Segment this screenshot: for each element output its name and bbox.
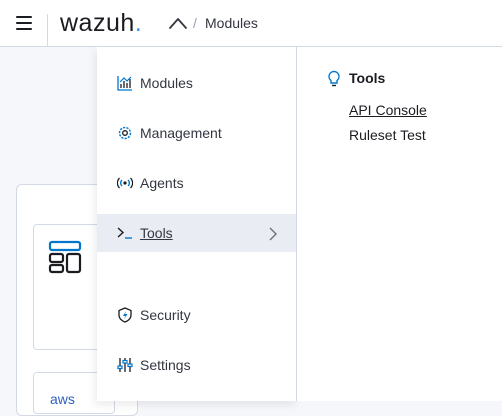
chart-icon: [117, 76, 132, 91]
menu-item-settings[interactable]: Settings: [97, 346, 296, 384]
menu-item-label: Settings: [140, 357, 191, 373]
menu-item-agents[interactable]: Agents: [97, 164, 296, 202]
breadcrumb-modules[interactable]: Modules: [205, 15, 258, 31]
menu-item-modules[interactable]: Modules: [97, 64, 296, 102]
logo-dot: .: [134, 9, 143, 37]
chevron-right-icon: [269, 227, 277, 241]
chevron-up-icon[interactable]: [168, 16, 188, 30]
menu-item-label: Management: [140, 125, 222, 141]
menu-item-management[interactable]: Management: [97, 114, 296, 152]
antenna-icon: [117, 177, 133, 189]
wazuh-logo[interactable]: wazuh.: [60, 7, 142, 39]
breadcrumb-separator: /: [193, 15, 197, 31]
menu-item-tools[interactable]: Tools: [97, 214, 296, 252]
logo-text: wazuh: [60, 9, 135, 37]
menu-item-label: Security: [140, 307, 191, 323]
menu-item-label: Modules: [140, 75, 193, 91]
submenu-item-ruleset-test[interactable]: Ruleset Test: [349, 127, 426, 143]
submenu-item-api-console[interactable]: API Console: [349, 102, 427, 118]
gear-icon: [118, 126, 132, 140]
navigation-menu: Modules Management Agents Tools Security: [97, 47, 297, 401]
submenu-panel: [297, 47, 502, 401]
submenu-title: Tools: [326, 70, 385, 86]
submenu-title-label: Tools: [349, 70, 386, 86]
aws-partial-text: aws: [50, 391, 75, 407]
dashboard-layout-icon: [48, 240, 82, 274]
console-icon: [117, 227, 132, 239]
menu-item-label: Agents: [140, 175, 184, 191]
header-divider: [47, 14, 48, 46]
menu-item-label: Tools: [140, 225, 173, 241]
menu-hamburger-icon[interactable]: [16, 16, 32, 30]
sliders-icon: [117, 358, 133, 372]
shield-icon: [118, 307, 132, 323]
menu-item-security[interactable]: Security: [97, 296, 296, 334]
top-header: wazuh. / Modules: [0, 0, 502, 47]
